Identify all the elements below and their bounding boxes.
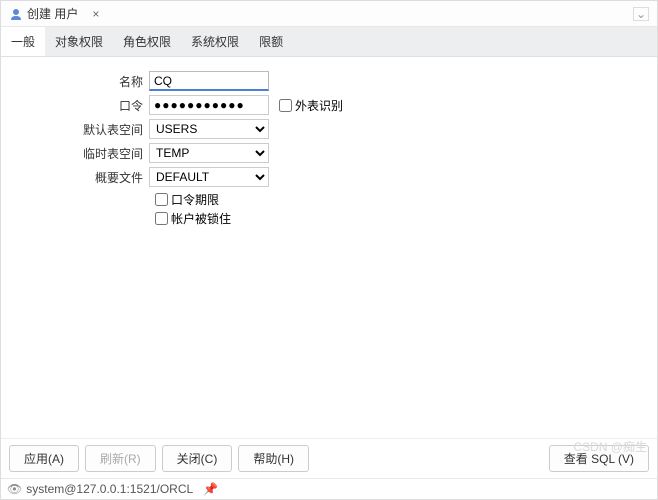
name-input[interactable]: [149, 71, 269, 91]
title-bar: 创建 用户 × ⌄: [1, 1, 657, 27]
account-locked-checkbox[interactable]: [155, 212, 168, 225]
close-tab-icon[interactable]: ×: [88, 7, 103, 21]
name-label: 名称: [21, 73, 149, 90]
refresh-button[interactable]: 刷新(R): [85, 445, 156, 472]
external-checkbox[interactable]: [279, 99, 292, 112]
profile-select[interactable]: DEFAULT: [149, 167, 269, 187]
button-bar: 应用(A) 刷新(R) 关闭(C) 帮助(H) 查看 SQL (V): [1, 438, 657, 478]
tab-general[interactable]: 一般: [1, 27, 45, 56]
status-bar: 👁 system@127.0.0.1:1521/ORCL 📌: [1, 478, 657, 499]
apply-button[interactable]: 应用(A): [9, 445, 79, 472]
tab-role-privs[interactable]: 角色权限: [113, 27, 181, 56]
view-sql-button[interactable]: 查看 SQL (V): [549, 445, 649, 472]
temp-tablespace-label: 临时表空间: [21, 145, 149, 162]
password-input[interactable]: [149, 95, 269, 115]
tab-bar: 一般 对象权限 角色权限 系统权限 限额: [1, 27, 657, 57]
password-expire-checkbox[interactable]: [155, 193, 168, 206]
user-icon: [9, 7, 23, 21]
eye-icon: 👁: [7, 482, 22, 496]
temp-tablespace-select[interactable]: TEMP: [149, 143, 269, 163]
connection-status: system@127.0.0.1:1521/ORCL: [26, 482, 193, 496]
profile-label: 概要文件: [21, 169, 149, 186]
tab-system-privs[interactable]: 系统权限: [181, 27, 249, 56]
default-tablespace-label: 默认表空间: [21, 121, 149, 138]
external-label: 外表识别: [295, 97, 343, 114]
tab-object-privs[interactable]: 对象权限: [45, 27, 113, 56]
default-tablespace-select[interactable]: USERS: [149, 119, 269, 139]
tab-quotas[interactable]: 限额: [249, 27, 293, 56]
pin-icon[interactable]: 📌: [203, 482, 218, 496]
password-label: 口令: [21, 97, 149, 114]
chevron-down-icon[interactable]: ⌄: [633, 7, 649, 21]
account-locked-label: 帐户被锁住: [171, 210, 231, 227]
window-title: 创建 用户: [27, 5, 78, 22]
password-expire-label: 口令期限: [171, 191, 219, 208]
form-area: 名称 口令 外表识别 默认表空间 USERS 临时表空间 TEMP 概要文件 D…: [1, 57, 657, 438]
help-button[interactable]: 帮助(H): [238, 445, 309, 472]
close-button[interactable]: 关闭(C): [162, 445, 233, 472]
